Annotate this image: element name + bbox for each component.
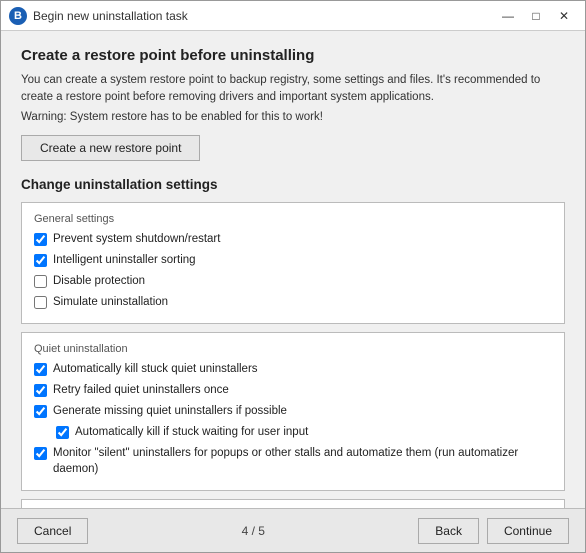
quiet-uninstallation-label: Quiet uninstallation: [34, 343, 552, 355]
list-item: Intelligent uninstaller sorting: [34, 252, 552, 268]
maximize-button[interactable]: □: [523, 6, 549, 26]
content-area: Create a restore point before uninstalli…: [1, 31, 585, 508]
concurrent-uninstallation-group: Concurrent uninstallation Automatically …: [21, 499, 565, 508]
list-item: Generate missing quiet uninstallers if p…: [34, 403, 552, 419]
page-indicator: 4 / 5: [88, 524, 418, 538]
list-item: Monitor "silent" uninstallers for popups…: [34, 445, 552, 477]
kill-waiting-label: Automatically kill if stuck waiting for …: [75, 424, 308, 440]
window-controls: — □ ✕: [495, 6, 577, 26]
generate-missing-label: Generate missing quiet uninstallers if p…: [53, 403, 287, 419]
restore-warning: Warning: System restore has to be enable…: [21, 111, 565, 123]
footer: Cancel 4 / 5 Back Continue: [1, 508, 585, 552]
cancel-button[interactable]: Cancel: [17, 518, 88, 544]
general-settings-label: General settings: [34, 213, 552, 225]
retry-failed-checkbox[interactable]: [34, 384, 47, 397]
back-button[interactable]: Back: [418, 518, 479, 544]
intelligent-sorting-checkbox[interactable]: [34, 254, 47, 267]
intelligent-sorting-label: Intelligent uninstaller sorting: [53, 252, 196, 268]
disable-protection-label: Disable protection: [53, 273, 145, 289]
generate-missing-checkbox[interactable]: [34, 405, 47, 418]
title-bar: B Begin new uninstallation task — □ ✕: [1, 1, 585, 31]
list-item: Automatically kill stuck quiet uninstall…: [34, 361, 552, 377]
kill-waiting-checkbox[interactable]: [56, 426, 69, 439]
settings-section-heading: Change uninstallation settings: [21, 177, 565, 192]
footer-nav: Back Continue: [418, 518, 569, 544]
list-item: Prevent system shutdown/restart: [34, 231, 552, 247]
quiet-uninstallation-group: Quiet uninstallation Automatically kill …: [21, 332, 565, 492]
disable-protection-checkbox[interactable]: [34, 275, 47, 288]
simulate-uninstallation-label: Simulate uninstallation: [53, 294, 168, 310]
list-item: Retry failed quiet uninstallers once: [34, 382, 552, 398]
restore-description: You can create a system restore point to…: [21, 72, 565, 107]
minimize-button[interactable]: —: [495, 6, 521, 26]
app-logo: B: [9, 7, 27, 25]
main-window: B Begin new uninstallation task — □ ✕ Cr…: [0, 0, 586, 553]
close-button[interactable]: ✕: [551, 6, 577, 26]
window-title: Begin new uninstallation task: [33, 9, 495, 23]
kill-stuck-label: Automatically kill stuck quiet uninstall…: [53, 361, 258, 377]
continue-button[interactable]: Continue: [487, 518, 569, 544]
simulate-uninstallation-checkbox[interactable]: [34, 296, 47, 309]
retry-failed-label: Retry failed quiet uninstallers once: [53, 382, 229, 398]
list-item: Simulate uninstallation: [34, 294, 552, 310]
prevent-shutdown-label: Prevent system shutdown/restart: [53, 231, 220, 247]
monitor-silent-label: Monitor "silent" uninstallers for popups…: [53, 445, 552, 477]
kill-stuck-checkbox[interactable]: [34, 363, 47, 376]
list-item: Automatically kill if stuck waiting for …: [56, 424, 552, 440]
monitor-silent-checkbox[interactable]: [34, 447, 47, 460]
restore-section-heading: Create a restore point before uninstalli…: [21, 47, 565, 64]
create-restore-point-button[interactable]: Create a new restore point: [21, 135, 200, 161]
general-settings-group: General settings Prevent system shutdown…: [21, 202, 565, 324]
list-item: Disable protection: [34, 273, 552, 289]
prevent-shutdown-checkbox[interactable]: [34, 233, 47, 246]
